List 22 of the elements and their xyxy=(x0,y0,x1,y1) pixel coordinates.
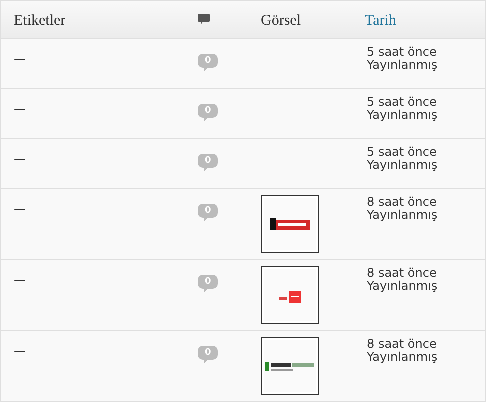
date-text: 5 saat önce xyxy=(367,44,438,60)
tags-cell: — xyxy=(14,202,26,216)
column-header: Etiketler xyxy=(14,12,66,28)
status-text: Yayınlanmış xyxy=(367,157,439,174)
tags-cell: — xyxy=(14,273,26,287)
column-header[interactable]: Tarih xyxy=(365,12,396,28)
tags-cell: — xyxy=(14,102,26,116)
date-text: 5 saat önce xyxy=(367,144,438,160)
tags-cell: — xyxy=(14,344,26,358)
status-text: Yayınlanmış xyxy=(367,57,439,74)
date-text: 8 saat önce xyxy=(367,194,438,210)
comment-icon xyxy=(198,14,210,26)
date-text: 5 saat önce xyxy=(367,94,438,110)
tags-cell: — xyxy=(14,52,26,66)
tags-cell: — xyxy=(14,152,26,166)
column-header: Görsel xyxy=(261,12,301,28)
status-text: Yayınlanmış xyxy=(367,207,439,224)
date-text: 8 saat önce xyxy=(367,265,438,280)
date-text: 8 saat önce xyxy=(367,336,438,352)
status-text: Yayınlanmış xyxy=(367,107,439,124)
status-text: Yayınlanmış xyxy=(367,349,439,366)
status-text: Yayınlanmış xyxy=(367,278,439,295)
